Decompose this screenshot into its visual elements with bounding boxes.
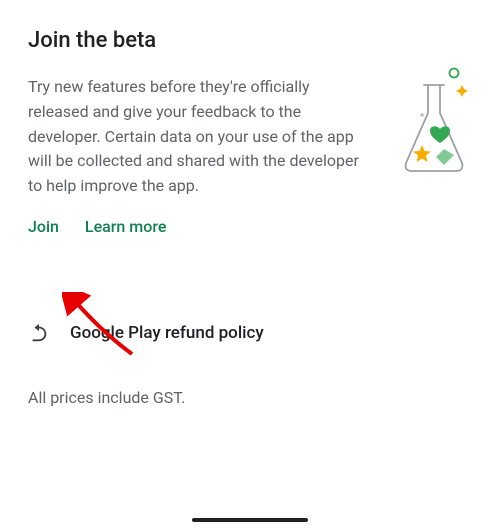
- undo-icon: [28, 322, 50, 344]
- refund-policy-label: Google Play refund policy: [70, 323, 264, 343]
- nav-home-indicator: [192, 518, 308, 522]
- beta-actions: Join Learn more: [28, 217, 472, 236]
- beta-text-block: Try new features before they're official…: [28, 75, 370, 199]
- join-button[interactable]: Join: [28, 217, 59, 236]
- beta-section-title: Join the beta: [28, 28, 472, 53]
- learn-more-link[interactable]: Learn more: [85, 217, 166, 236]
- beta-description: Try new features before they're official…: [28, 75, 370, 199]
- beta-row: Try new features before they're official…: [28, 75, 472, 199]
- beta-flask-icon: [382, 67, 472, 187]
- gst-note: All prices include GST.: [28, 388, 472, 407]
- refund-policy-row[interactable]: Google Play refund policy: [28, 322, 472, 344]
